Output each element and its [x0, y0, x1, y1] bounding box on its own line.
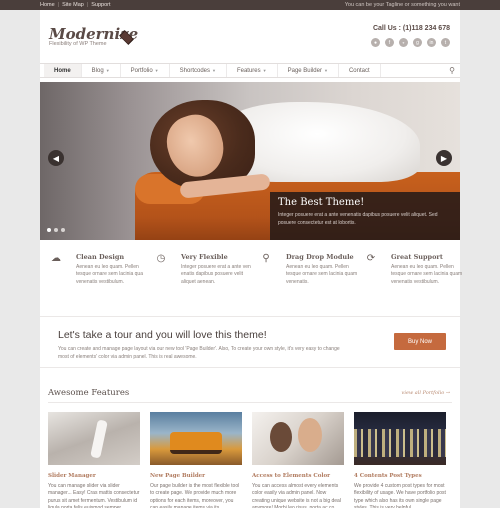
card-image-bus — [170, 432, 222, 454]
chevron-down-icon: ▼ — [262, 68, 267, 73]
top-tagline: You can be your Tagline or something you… — [344, 2, 460, 8]
card-image-city — [354, 429, 446, 457]
top-link-site-map[interactable]: Site Map — [62, 2, 84, 8]
flickr-icon[interactable]: ∘ — [399, 38, 408, 47]
slide-caption-text: Integer posuere erat a ante venenatis da… — [278, 212, 438, 226]
tour-title: Let's take a tour and you will love this… — [58, 329, 267, 341]
feature-card: Slider Manager You can manage slider via… — [48, 412, 140, 508]
nav-item-features[interactable]: Features ▼ — [227, 64, 278, 77]
card-title[interactable]: Access to Elements Color — [252, 473, 344, 479]
search-icon[interactable]: ⚲ — [449, 66, 455, 75]
feature-item: ⚲ Drag Drop Module Aenean eu leo quam. P… — [250, 253, 358, 303]
section-title: Awesome Features — [48, 388, 130, 398]
buy-now-button[interactable]: Buy Now — [394, 333, 446, 350]
nav-item-shortcodes[interactable]: Shortcodes ▼ — [170, 64, 227, 77]
main-nav: Home Blog ▼ Portfolio ▼ Shortcodes ▼ Featur… — [40, 63, 460, 78]
slider-prev-button[interactable]: ◀ — [48, 150, 64, 166]
slider-next-button[interactable]: ▶ — [436, 150, 452, 166]
slider-dot[interactable] — [61, 228, 65, 232]
nav-label: Blog — [91, 67, 104, 74]
nav-item-portfolio[interactable]: Portfolio ▼ — [121, 64, 170, 77]
feature-item: ☁ Clean Design Aenean eu leo quam. Pelle… — [40, 253, 145, 303]
dribbble-icon[interactable]: ● — [371, 38, 380, 47]
feature-title: Clean Design — [76, 253, 125, 261]
hero-slider[interactable]: ◀ ▶ The Best Theme! Integer posuere erat… — [40, 82, 460, 240]
card-text: You can access almost every elements col… — [252, 483, 341, 508]
feature-cards: Slider Manager You can manage slider via… — [48, 412, 452, 508]
card-image-figure — [90, 419, 108, 459]
card-image-person — [298, 418, 322, 452]
card-title[interactable]: 4 Contents Post Types — [354, 473, 446, 479]
call-us-text: Call Us : (1)118 234 678 — [372, 25, 450, 32]
google-plus-icon[interactable]: g — [413, 38, 422, 47]
social-icons: ● f ∘ g in t — [371, 38, 450, 47]
divider — [48, 402, 452, 403]
card-image-person — [270, 422, 292, 452]
nav-label: Page Builder — [287, 67, 322, 74]
card-text: You can manage slider via slider manager… — [48, 483, 140, 508]
feature-item: ⟳ Great Support Aenean eu leo quam. Pell… — [355, 253, 463, 303]
nav-label: Shortcodes — [179, 67, 210, 74]
card-text: Our page builder is the most flexible to… — [150, 483, 240, 508]
card-image[interactable] — [150, 412, 242, 465]
feature-title: Very Flexible — [181, 253, 228, 261]
refresh-icon: ⟳ — [366, 253, 376, 264]
nav-item-page-builder[interactable]: Page Builder ▼ — [278, 64, 339, 77]
view-all-portfolio-link[interactable]: view all Portfolio → — [402, 390, 450, 396]
top-link-home[interactable]: Home — [40, 2, 55, 8]
card-image[interactable] — [48, 412, 140, 465]
feature-text: Aenean eu leo quam. Pellen tesque ornare… — [391, 264, 463, 285]
feature-text: Aenean eu leo quam. Pellen tesque ornare… — [76, 264, 143, 285]
slider-dot[interactable] — [47, 228, 51, 232]
feature-item: ◷ Very Flexible Integer posuere erat a a… — [145, 253, 251, 303]
chevron-down-icon: ▼ — [323, 68, 328, 73]
clock-icon: ◷ — [156, 253, 166, 264]
nav-label: Features — [236, 67, 261, 74]
nav-label: Contact — [348, 67, 370, 74]
card-title[interactable]: Slider Manager — [48, 473, 140, 479]
nav-item-blog[interactable]: Blog ▼ — [82, 64, 121, 77]
slider-dots — [47, 228, 65, 232]
card-text: We provide 4 custom post types for most … — [354, 483, 446, 508]
pin-icon: ⚲ — [262, 253, 270, 264]
separator: | — [57, 2, 60, 8]
chevron-down-icon: ▼ — [154, 68, 159, 73]
nav-item-home[interactable]: Home — [44, 64, 82, 77]
feature-card: Access to Elements Color You can access … — [252, 412, 344, 508]
twitter-icon[interactable]: t — [441, 38, 450, 47]
slide-caption: The Best Theme! Integer posuere erat a a… — [270, 192, 460, 240]
separator: | — [86, 2, 89, 8]
feature-text: Aenean eu leo quam. Pellen tesque ornare… — [286, 264, 358, 285]
feature-text: Integer posuere erat a ante ven enatis d… — [181, 264, 251, 285]
card-image[interactable] — [354, 412, 446, 465]
chevron-down-icon: ▼ — [212, 68, 216, 73]
facebook-icon[interactable]: f — [385, 38, 394, 47]
feature-title: Drag Drop Module — [286, 253, 354, 261]
features-row: ☁ Clean Design Aenean eu leo quam. Pelle… — [40, 253, 463, 303]
linkedin-icon[interactable]: in — [427, 38, 436, 47]
site-tagline: Flexibility of WP Theme — [49, 41, 107, 47]
tour-text: You can create and manage page layout vi… — [58, 346, 340, 360]
nav-item-contact[interactable]: Contact — [339, 64, 381, 77]
card-title[interactable]: New Page Builder — [150, 473, 242, 479]
feature-card: New Page Builder Our page builder is the… — [150, 412, 242, 508]
top-link-support[interactable]: Support — [91, 2, 110, 8]
slide-caption-title: The Best Theme! — [278, 197, 365, 208]
nav-label: Home — [54, 67, 71, 74]
chevron-down-icon: ▼ — [105, 68, 110, 73]
slider-dot[interactable] — [54, 228, 58, 232]
tour-banner: Let's take a tour and you will love this… — [40, 316, 460, 368]
feature-title: Great Support — [391, 253, 443, 261]
card-image[interactable] — [252, 412, 344, 465]
nav-label: Portfolio — [130, 67, 153, 74]
cloud-icon: ☁ — [51, 253, 61, 264]
page-container: Modernize Flexibility of WP Theme Call U… — [40, 10, 463, 508]
feature-card: 4 Contents Post Types We provide 4 custo… — [354, 412, 446, 508]
top-bar: Home | Site Map | Support You can be you… — [0, 0, 500, 10]
